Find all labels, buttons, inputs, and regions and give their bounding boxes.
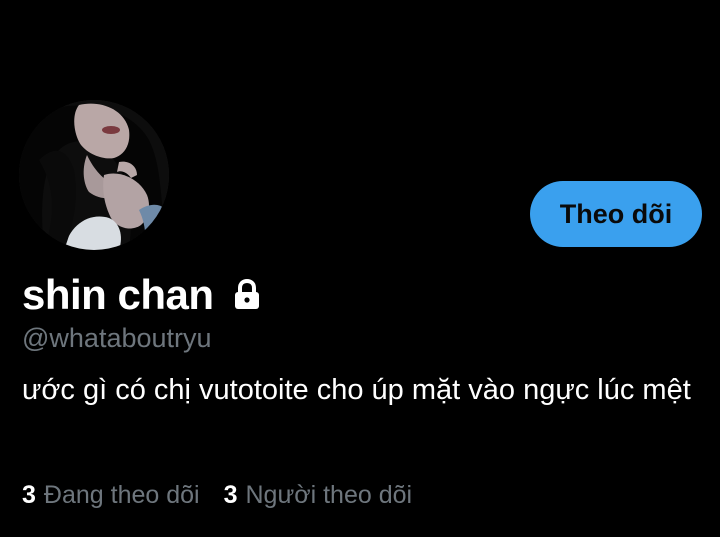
display-name: shin chan [22,271,214,318]
avatar-photo [19,100,169,250]
profile-handle: @whataboutryu [22,323,212,353]
followers-count: 3 [223,481,238,509]
profile-bio: ước gì có chị vutotoite cho úp mặt vào n… [22,374,691,406]
following-stat[interactable]: 3 Đang theo dõi [22,478,200,512]
lock-icon [230,278,264,312]
profile-stats: 3 Đang theo dõi 3 Người theo dõi [22,478,436,512]
followers-label: Người theo dõi [245,481,413,509]
following-label: Đang theo dõi [43,481,200,509]
profile-name-row: shin chan [22,270,264,320]
follow-button[interactable]: Theo dõi [530,181,702,247]
followers-stat[interactable]: 3 Người theo dõi [224,478,412,512]
avatar[interactable] [19,100,169,250]
following-count: 3 [22,481,36,509]
